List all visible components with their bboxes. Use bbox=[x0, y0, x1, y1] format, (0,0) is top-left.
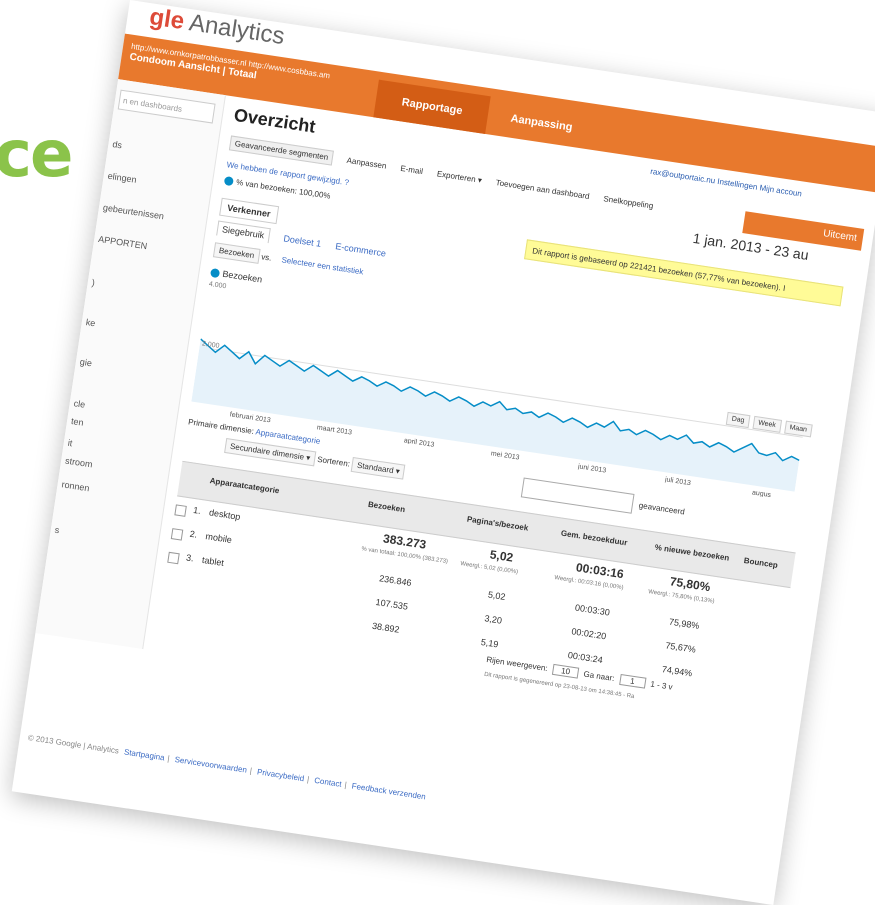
metric-dropdown[interactable]: Bezoeken bbox=[212, 242, 261, 264]
tab-site-usage[interactable]: Siegebruik bbox=[216, 220, 271, 244]
tab-ecommerce[interactable]: E-commerce bbox=[335, 241, 387, 258]
sort-dropdown[interactable]: Standaard ▾ bbox=[351, 457, 406, 480]
col-bounce[interactable]: Bouncep bbox=[743, 556, 778, 570]
x-axis-month-label: juni 2013 bbox=[576, 463, 606, 474]
tab-explorer[interactable]: Verkenner bbox=[219, 197, 279, 225]
footer-link-contact[interactable]: Contact bbox=[314, 776, 343, 789]
x-axis-month-label: augus bbox=[751, 489, 771, 499]
sidebar-item[interactable]: APPORTEN bbox=[98, 234, 148, 251]
visits-chart: 2.000februari 2013maart 2013april 2013me… bbox=[191, 338, 803, 499]
cell-new: 74,94% bbox=[661, 664, 693, 679]
cell-pages: 5,19 bbox=[480, 636, 500, 650]
legend-dot-icon bbox=[209, 268, 221, 279]
row-label[interactable]: desktop bbox=[208, 507, 241, 522]
col-visits[interactable]: Bezoeken bbox=[367, 500, 405, 514]
tab-reports[interactable]: Rapportage bbox=[373, 79, 491, 134]
table-search-input[interactable] bbox=[520, 477, 635, 514]
col-pages-per-visit[interactable]: Pagina's/bezoek bbox=[466, 515, 529, 533]
sidebar-item[interactable]: ) bbox=[91, 278, 95, 288]
col-new-visits[interactable]: % nieuwe bezoeken bbox=[654, 543, 730, 563]
visits-dot-icon bbox=[223, 176, 234, 187]
legend-label: Bezoeken bbox=[221, 268, 263, 285]
sidebar-item[interactable]: gie bbox=[79, 357, 92, 369]
footer-link-privacy[interactable]: Privacybeleid bbox=[256, 767, 304, 783]
sidebar-item[interactable]: elingen bbox=[107, 171, 137, 185]
sidebar-item[interactable]: ronnen bbox=[61, 479, 90, 493]
page-title: Overzicht bbox=[232, 104, 317, 137]
footer-link-terms[interactable]: Servicevoorwaarden bbox=[174, 755, 247, 775]
footer-link-home[interactable]: Startpagina bbox=[123, 747, 165, 762]
row-index: 1. bbox=[192, 505, 202, 517]
sidebar-search-input[interactable]: n en dashboards bbox=[117, 89, 216, 124]
logo-name: Analytics bbox=[187, 9, 287, 51]
goto-label: Ga naar: bbox=[582, 669, 616, 684]
analytics-screenshot: gle Analytics http://www.ornkorpatrobbas… bbox=[11, 0, 875, 905]
customize-button[interactable]: Aanpassen bbox=[346, 156, 387, 171]
tab-custom[interactable]: Aanpassing bbox=[482, 96, 601, 150]
row-label[interactable]: mobile bbox=[205, 531, 233, 545]
logo-g: gle bbox=[147, 3, 187, 36]
shortcut-button[interactable]: Snelkoppeling bbox=[603, 194, 654, 210]
sidebar-item[interactable]: ten bbox=[70, 416, 84, 428]
add-to-dashboard-button[interactable]: Toevoegen aan dashboard bbox=[495, 178, 590, 201]
chart-area bbox=[191, 338, 800, 492]
x-axis-month-label: juli 2013 bbox=[663, 476, 691, 487]
row-index: 2. bbox=[189, 528, 198, 540]
cell-pages: 5,02 bbox=[487, 589, 507, 602]
y-axis-top-label: 4.000 bbox=[208, 280, 227, 291]
col-avg-duration[interactable]: Gem. bezoekduur bbox=[560, 529, 628, 548]
sidebar-item[interactable]: ds bbox=[112, 139, 123, 150]
x-axis-month-label: februari 2013 bbox=[229, 411, 271, 424]
email-button[interactable]: E-mail bbox=[400, 164, 424, 176]
sidebar-item[interactable]: cle bbox=[73, 398, 86, 410]
cell-visits: 38.892 bbox=[371, 620, 401, 635]
sidebar-item[interactable]: it bbox=[67, 438, 73, 449]
row-checkbox[interactable] bbox=[170, 528, 184, 541]
export-button[interactable]: Exporteren ▾ bbox=[436, 169, 482, 185]
sidebar-item[interactable]: s bbox=[54, 525, 60, 536]
vs-label: vs. bbox=[260, 252, 273, 263]
footer-link-feedback[interactable]: Feedback verzenden bbox=[351, 781, 426, 801]
advanced-segments-button[interactable]: Geavanceerde segmenten bbox=[228, 135, 335, 166]
x-axis-month-label: maart 2013 bbox=[316, 424, 352, 436]
sidebar-item[interactable]: gebeurtenissen bbox=[102, 202, 164, 221]
cell-pages: 3,20 bbox=[483, 613, 503, 626]
x-axis-month-label: april 2013 bbox=[403, 437, 435, 448]
sidebar-item[interactable]: stroom bbox=[64, 456, 93, 470]
primary-dim-label: Primaire dimensie: bbox=[187, 417, 255, 436]
sidebar-item[interactable]: ke bbox=[85, 317, 96, 328]
select-metric-link[interactable]: Selecteer een statistiek bbox=[281, 255, 364, 276]
advanced-filter-link[interactable]: geavanceerd bbox=[638, 501, 685, 517]
footer-copyright: © 2013 Google | Analytics bbox=[27, 733, 120, 756]
col-device-category[interactable]: Apparaatcategorie bbox=[209, 476, 280, 495]
footer: © 2013 Google | Analytics Startpagina | S… bbox=[27, 733, 427, 802]
x-axis-month-label: mei 2013 bbox=[490, 450, 520, 461]
page-range: 1 - 3 v bbox=[649, 679, 674, 692]
side-text: ce bbox=[0, 118, 73, 192]
tab-goal-set[interactable]: Doelset 1 bbox=[283, 233, 322, 249]
sort-label: Sorteren: bbox=[316, 454, 351, 469]
row-checkbox[interactable] bbox=[174, 504, 187, 517]
